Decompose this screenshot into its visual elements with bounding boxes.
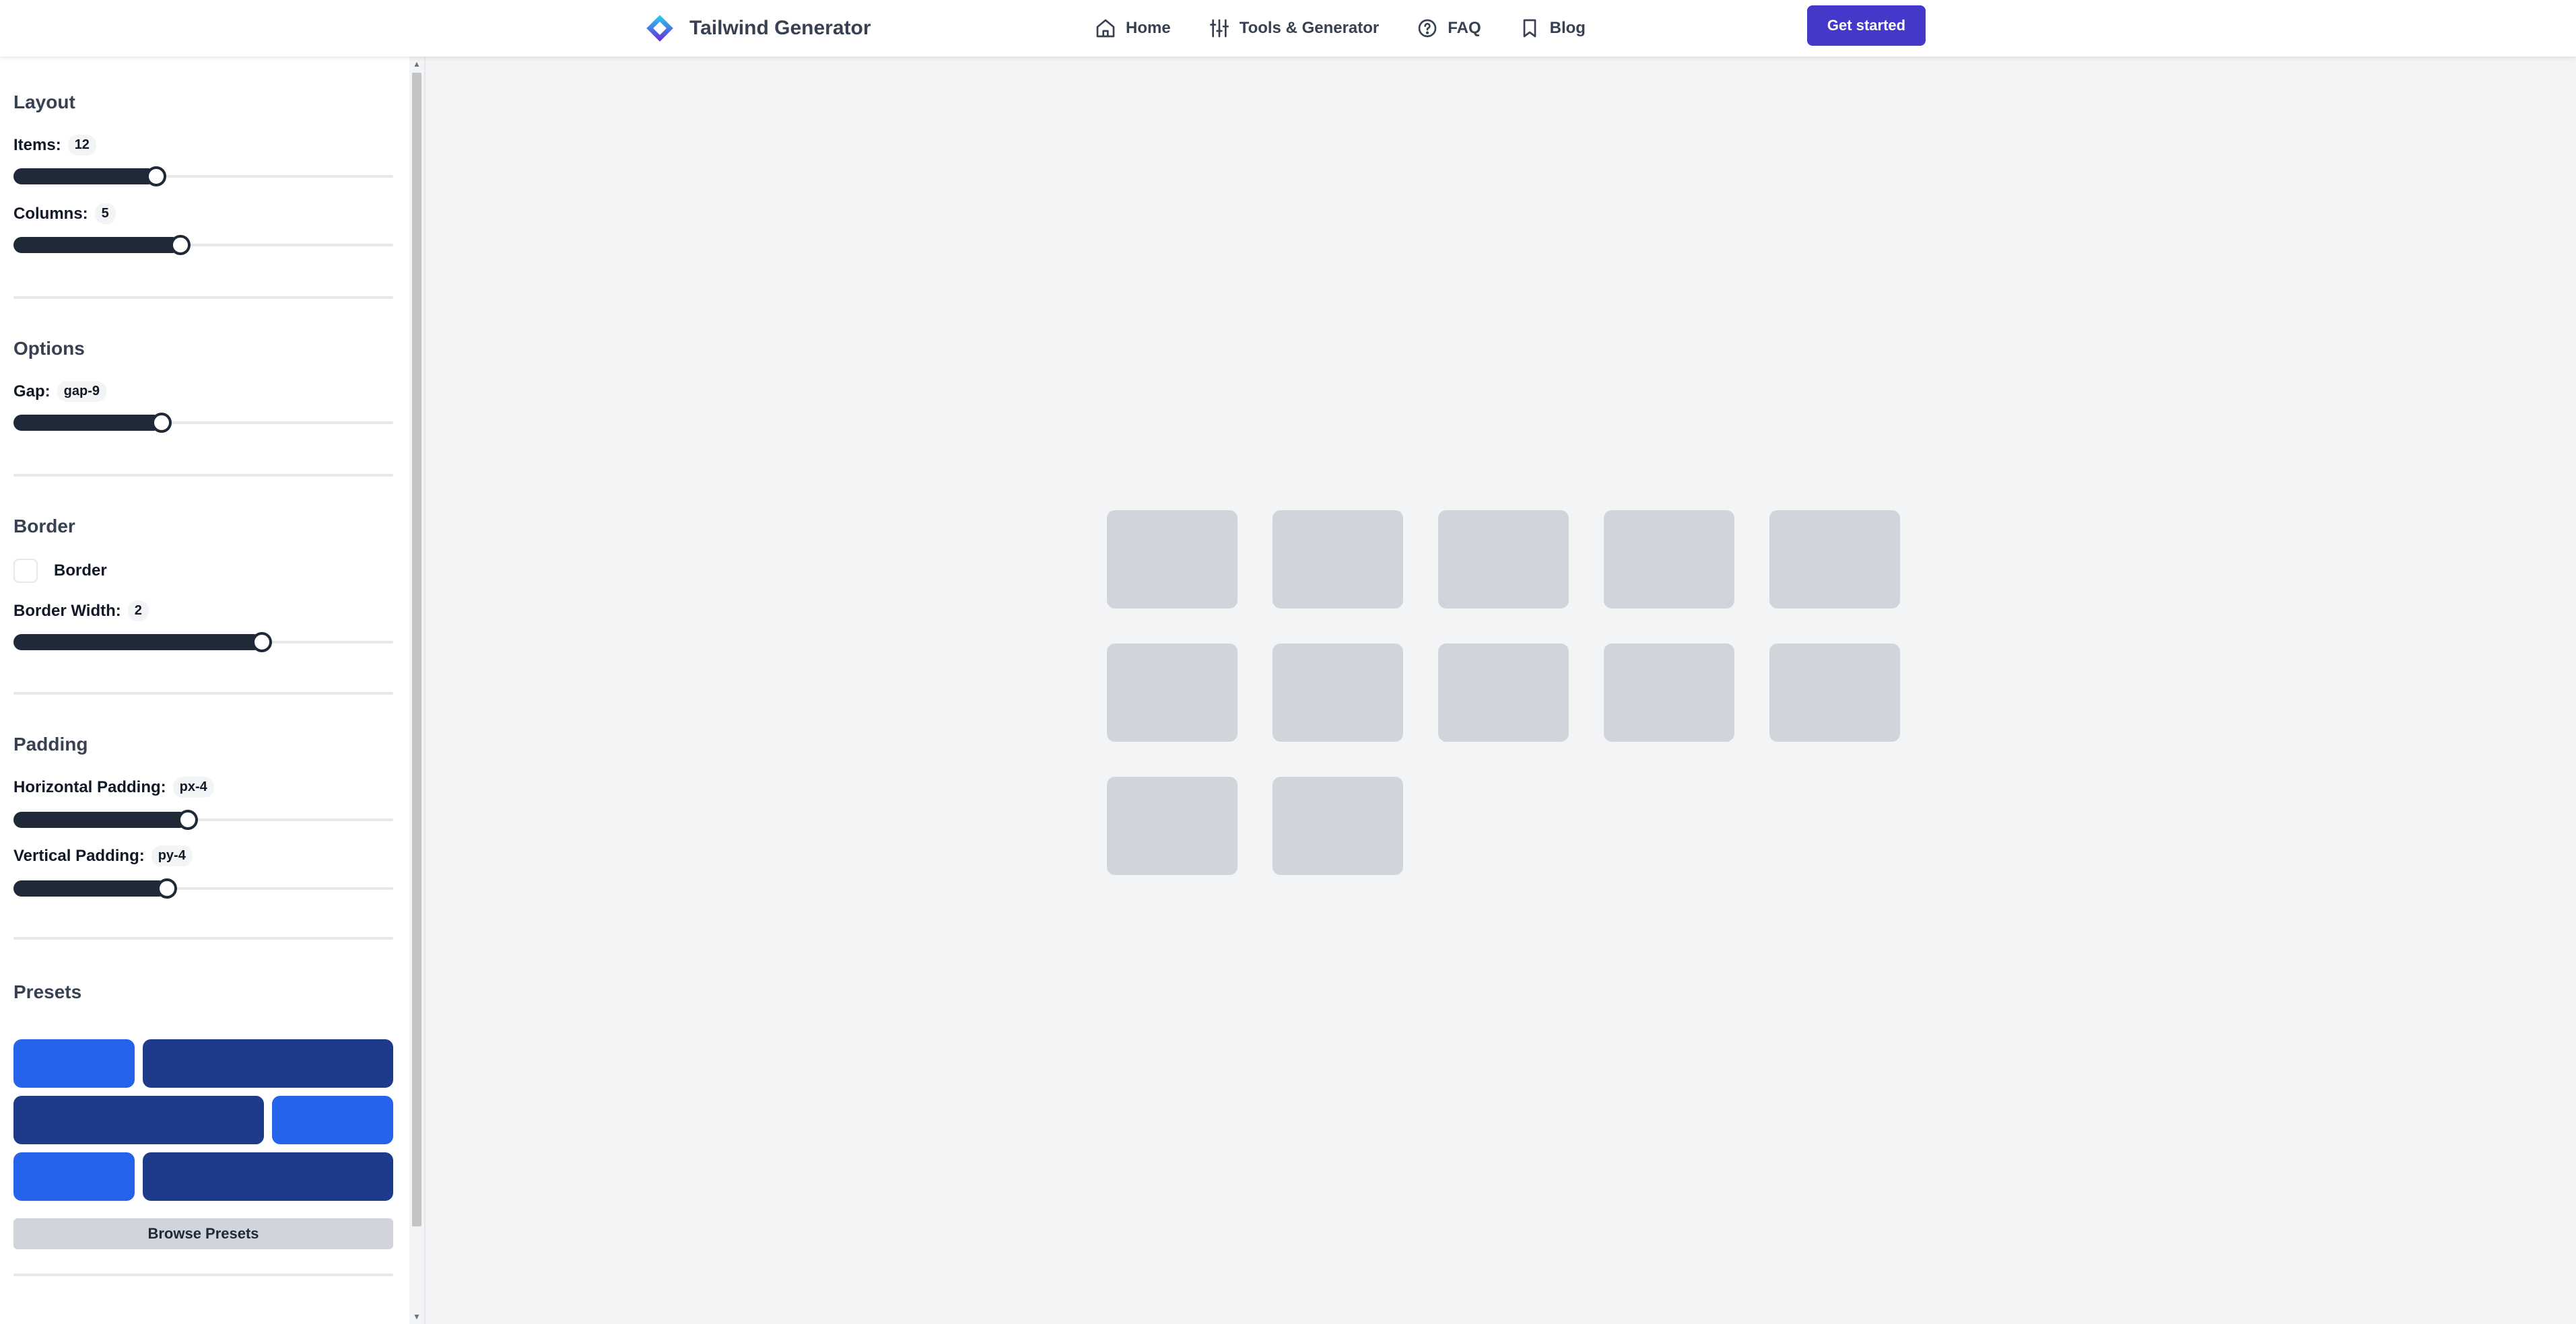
grid-item (1273, 510, 1403, 608)
columns-control-label: Columns: 5 (13, 203, 116, 224)
horizontal-padding-control-label: Horizontal Padding: px-4 (13, 777, 214, 798)
slider-fill (13, 812, 189, 828)
section-divider (13, 296, 393, 299)
vertical-padding-label: Vertical Padding: (13, 846, 145, 865)
grid-item (1273, 643, 1403, 742)
horizontal-padding-label: Horizontal Padding: (13, 777, 166, 796)
slider-thumb[interactable] (178, 810, 199, 830)
nav-home[interactable]: Home (1095, 18, 1171, 39)
section-title-padding: Padding (13, 734, 88, 755)
nav-blog[interactable]: Blog (1519, 18, 1586, 39)
items-label: Items: (13, 135, 61, 154)
slider-fill (13, 415, 162, 431)
preset-swatch[interactable] (143, 1152, 393, 1201)
scroll-up-arrow-icon[interactable]: ▲ (409, 57, 424, 71)
section-divider (13, 474, 393, 477)
gap-control-label: Gap: gap-9 (13, 381, 107, 402)
slider-thumb[interactable] (157, 878, 178, 899)
grid-item (1107, 643, 1238, 742)
section-title-layout: Layout (13, 92, 75, 112)
main-nav: Home Tools & Generator FAQ Blog (1095, 11, 1586, 46)
brand-name: Tailwind Generator (689, 17, 871, 39)
preset-swatch[interactable] (13, 1039, 135, 1088)
slider-thumb[interactable] (170, 235, 191, 255)
browse-presets-button[interactable]: Browse Presets (13, 1218, 393, 1249)
settings-sidebar: Layout Items: 12 Columns: 5 Options Gap:… (0, 57, 426, 1324)
slider-thumb[interactable] (145, 166, 166, 186)
vertical-padding-control-label: Vertical Padding: py-4 (13, 845, 193, 866)
grid-item (1438, 510, 1569, 608)
grid-item (1273, 777, 1403, 875)
section-title-options: Options (13, 338, 85, 359)
items-value-badge: 12 (67, 135, 96, 155)
section-divider (13, 1274, 393, 1276)
home-icon (1096, 19, 1115, 38)
border-checkbox[interactable] (13, 559, 38, 583)
section-divider (13, 937, 393, 940)
items-control-label: Items: 12 (13, 135, 96, 155)
border-width-value-badge: 2 (127, 600, 149, 621)
horizontal-padding-slider[interactable] (13, 810, 393, 830)
border-checkbox-row[interactable]: Border (13, 559, 107, 583)
grid-item (1107, 777, 1238, 875)
slider-fill (13, 237, 181, 253)
get-started-button[interactable]: Get started (1807, 5, 1926, 46)
sliders-icon (1209, 19, 1229, 38)
gap-slider[interactable] (13, 413, 393, 433)
grid-item (1107, 510, 1238, 608)
tailwind-logo-icon (646, 15, 673, 42)
top-navbar: Tailwind Generator Home Tools & Generato… (0, 0, 2576, 57)
preset-swatch[interactable] (143, 1039, 393, 1088)
scroll-down-arrow-icon[interactable]: ▼ (409, 1309, 424, 1324)
scrollbar-thumb[interactable] (412, 73, 421, 1226)
grid-item (1438, 643, 1569, 742)
grid-item (1769, 643, 1900, 742)
nav-faq[interactable]: FAQ (1417, 18, 1481, 39)
slider-fill (13, 880, 168, 897)
settings-panel: Layout Items: 12 Columns: 5 Options Gap:… (0, 57, 407, 1324)
nav-blog-label: Blog (1549, 19, 1586, 37)
nav-tools-label: Tools & Generator (1239, 19, 1380, 37)
section-title-border: Border (13, 516, 75, 536)
border-checkbox-label: Border (54, 561, 107, 580)
sidebar-scrollbar[interactable]: ▲ ▼ (409, 57, 424, 1324)
preset-swatch[interactable] (13, 1096, 264, 1144)
gap-value-badge: gap-9 (57, 381, 107, 402)
grid-item (1769, 510, 1900, 608)
grid-preview-canvas (426, 57, 2576, 1324)
nav-faq-label: FAQ (1448, 19, 1481, 37)
gap-label: Gap: (13, 382, 50, 400)
preset-swatch[interactable] (13, 1152, 135, 1201)
columns-slider[interactable] (13, 235, 393, 255)
nav-home-label: Home (1126, 19, 1171, 37)
slider-fill (13, 634, 263, 650)
vertical-padding-value-badge: py-4 (151, 845, 193, 866)
bookmark-icon (1523, 19, 1536, 38)
items-slider[interactable] (13, 166, 393, 186)
section-divider (13, 692, 393, 695)
preset-swatch[interactable] (272, 1096, 393, 1144)
border-width-control-label: Border Width: 2 (13, 600, 149, 621)
slider-thumb[interactable] (151, 413, 172, 433)
section-title-presets: Presets (13, 981, 82, 1002)
horizontal-padding-value-badge: px-4 (172, 777, 214, 798)
border-width-slider[interactable] (13, 632, 393, 652)
nav-tools[interactable]: Tools & Generator (1209, 18, 1380, 39)
slider-fill (13, 168, 156, 184)
vertical-padding-slider[interactable] (13, 878, 393, 899)
question-circle-icon (1418, 19, 1437, 38)
border-width-label: Border Width: (13, 601, 121, 620)
grid-item (1604, 510, 1734, 608)
grid-item (1604, 643, 1734, 742)
columns-label: Columns: (13, 204, 88, 223)
slider-thumb[interactable] (252, 632, 273, 652)
brand[interactable]: Tailwind Generator (644, 11, 871, 46)
columns-value-badge: 5 (94, 203, 116, 224)
